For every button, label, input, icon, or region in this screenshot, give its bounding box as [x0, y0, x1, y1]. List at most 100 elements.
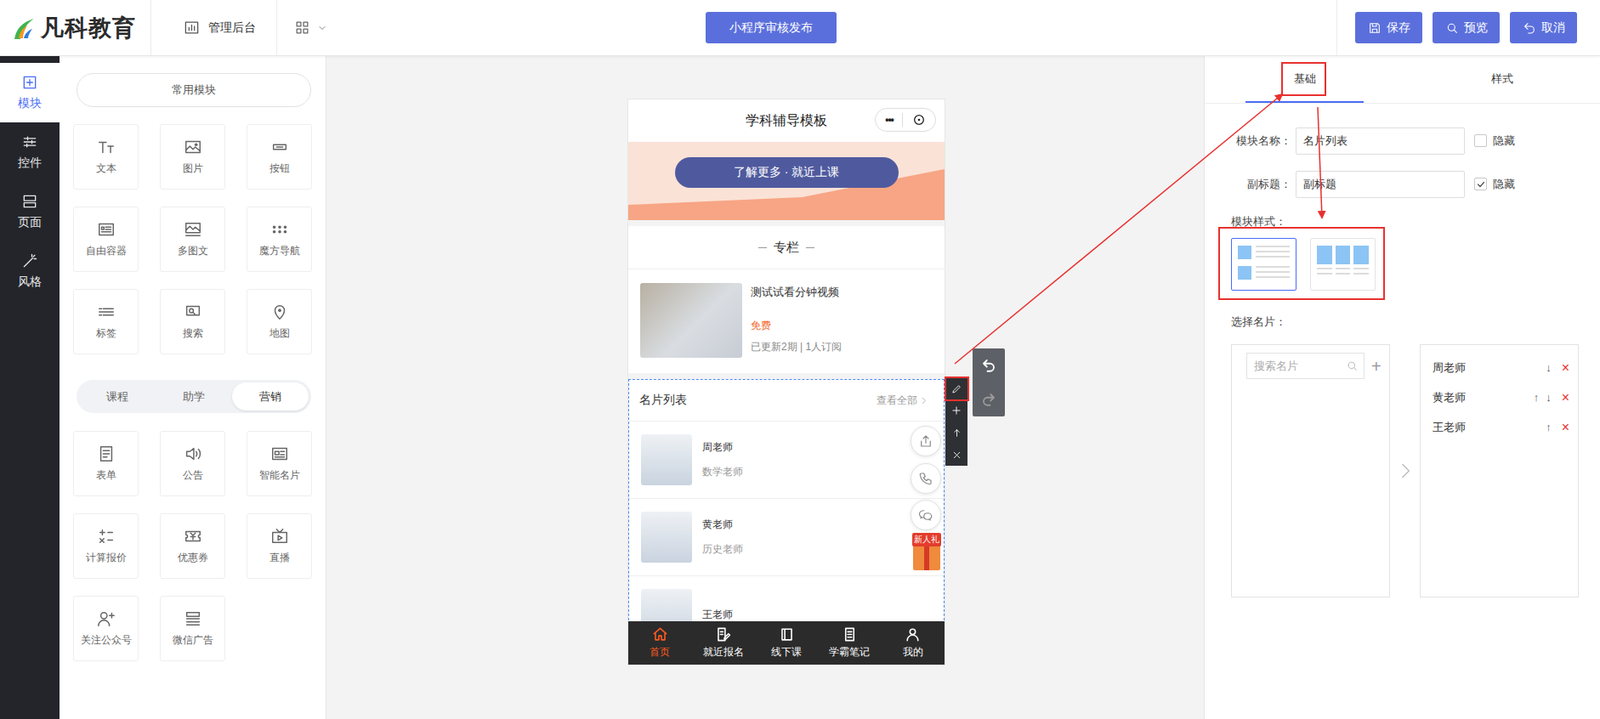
- action-button[interactable]: 保存: [1355, 11, 1423, 44]
- module-tile[interactable]: 直播: [246, 513, 313, 579]
- module-category-tabs: 课程助学营销: [76, 380, 312, 414]
- undo-icon: [981, 357, 997, 374]
- admin-link[interactable]: 管理后台: [151, 0, 278, 56]
- transfer-arrow[interactable]: [1390, 344, 1420, 598]
- sidebar-item[interactable]: 页面: [0, 181, 60, 242]
- name-card[interactable]: 王老师: [629, 576, 944, 622]
- move-button[interactable]: ↑: [1545, 420, 1552, 434]
- card-list-module[interactable]: 名片列表查看全部周老师数学老师黄老师历史老师王老师: [628, 379, 945, 622]
- call-button[interactable]: [910, 463, 942, 494]
- share-button[interactable]: [910, 425, 942, 457]
- module-tile[interactable]: 微信广告: [159, 595, 226, 662]
- tab-bar-item[interactable]: 首页: [628, 621, 692, 665]
- module-tile[interactable]: 表单: [73, 431, 139, 497]
- module-tile[interactable]: 文本: [73, 124, 139, 190]
- module-tile[interactable]: 标签: [73, 289, 139, 355]
- module-tile[interactable]: 公告: [159, 431, 226, 497]
- logo[interactable]: 凡科教育: [0, 0, 152, 56]
- undo-button[interactable]: [972, 348, 1005, 383]
- text-icon: [96, 137, 116, 157]
- ad-icon: [183, 609, 203, 629]
- hide-checkbox[interactable]: [1474, 134, 1487, 148]
- wechat-button[interactable]: [910, 499, 942, 531]
- delete-button[interactable]: [945, 443, 968, 466]
- settings-tab[interactable]: 基础: [1245, 56, 1364, 103]
- form-icon: [96, 444, 116, 464]
- course-card[interactable]: 测试试看分钟视频免费已更新2期 | 1人订阅: [628, 269, 945, 374]
- gift-badge[interactable]: 新人礼: [910, 533, 943, 571]
- category-tab[interactable]: 助学: [155, 382, 233, 411]
- module-tile[interactable]: 自由容器: [73, 206, 139, 273]
- module-tile[interactable]: 多图文: [159, 206, 226, 273]
- module-tile[interactable]: 关注公众号: [73, 595, 139, 662]
- move-button[interactable]: ↓: [1545, 391, 1552, 404]
- card-search-input[interactable]: 搜索名片: [1246, 352, 1365, 380]
- action-button[interactable]: 取消: [1509, 11, 1578, 44]
- style-option[interactable]: [1231, 238, 1297, 291]
- settings-tab[interactable]: 样式: [1442, 56, 1561, 103]
- tab-bar-item[interactable]: 线下课: [754, 621, 818, 665]
- module-toolbar: [945, 377, 968, 466]
- move-up-button[interactable]: [945, 421, 968, 444]
- phone-preview: 学科辅导模板•••了解更多 · 就近上课专栏测试试看分钟视频免费已更新2期 | …: [627, 98, 946, 666]
- text-input[interactable]: 副标题: [1295, 170, 1465, 199]
- name-card[interactable]: 黄老师历史老师: [629, 499, 944, 577]
- page-editor: 凡科教育管理后台小程序审核发布保存预览取消模块控件页面风格常用模块文本图片按钮自…: [0, 0, 1600, 719]
- remove-button[interactable]: ×: [1561, 419, 1570, 436]
- tab-bar-item[interactable]: 学霸笔记: [817, 621, 881, 665]
- module-tile[interactable]: 智能名片: [246, 431, 313, 497]
- chevron-down-icon: [317, 22, 328, 34]
- sidebar-item[interactable]: 模块: [0, 62, 60, 123]
- plus-icon: [950, 404, 963, 417]
- column-section: 专栏测试试看分钟视频免费已更新2期 | 1人订阅: [628, 226, 945, 374]
- course-photo: [640, 283, 743, 358]
- add-button[interactable]: [945, 399, 968, 422]
- style-option[interactable]: [1310, 238, 1376, 291]
- sidebar-item[interactable]: 控件: [0, 122, 60, 182]
- redo-button[interactable]: [972, 382, 1005, 417]
- tab-bar-item[interactable]: 就近报名: [691, 621, 755, 665]
- edit-button[interactable]: [945, 377, 968, 400]
- grid-icon: [270, 220, 290, 239]
- category-tab[interactable]: 课程: [79, 382, 156, 411]
- remove-button[interactable]: ×: [1561, 360, 1570, 376]
- close-icon: [951, 449, 963, 461]
- image-icon: [183, 137, 203, 157]
- action-button[interactable]: 预览: [1432, 11, 1500, 44]
- selected-card: 王老师↑×: [1420, 412, 1578, 443]
- module-tile[interactable]: 图片: [159, 124, 226, 190]
- banner-button[interactable]: 了解更多 · 就近上课: [675, 157, 899, 188]
- module-tile[interactable]: 搜索: [159, 289, 226, 355]
- banner: 了解更多 · 就近上课: [628, 141, 945, 221]
- module-tile[interactable]: 优惠券: [159, 513, 226, 579]
- apps-menu[interactable]: [277, 19, 328, 36]
- module-tile[interactable]: 地图: [246, 289, 313, 355]
- sidebar-item[interactable]: 风格: [0, 241, 60, 301]
- sidebar: 模块控件页面风格: [0, 56, 60, 719]
- user-icon: [904, 626, 921, 643]
- add-card-button[interactable]: +: [1371, 357, 1382, 375]
- plus-icon: [21, 73, 39, 91]
- move-button[interactable]: ↓: [1545, 361, 1552, 375]
- card-source-list: 搜索名片 +: [1231, 344, 1391, 598]
- selected-card: 黄老师↑↓×: [1420, 382, 1578, 413]
- module-tile[interactable]: 按钮: [246, 124, 313, 190]
- module-panel: 常用模块文本图片按钮自由容器多图文魔方导航标签搜索地图课程助学营销表单公告智能名…: [59, 56, 327, 719]
- remove-button[interactable]: ×: [1561, 390, 1570, 406]
- pencil-icon: [951, 383, 963, 395]
- capsule-menu[interactable]: •••: [874, 107, 937, 132]
- category-tab[interactable]: 营销: [232, 382, 309, 411]
- move-button[interactable]: ↑: [1533, 391, 1540, 404]
- tab-bar-item[interactable]: 我的: [881, 621, 945, 665]
- hide-checkbox[interactable]: [1474, 177, 1487, 191]
- module-tile[interactable]: 计算报价: [73, 513, 139, 579]
- text-input[interactable]: 名片列表: [1295, 127, 1465, 155]
- close-target-icon: [912, 113, 926, 127]
- settings-panel: 基础样式模块名称：名片列表隐藏副标题：副标题隐藏模块样式：选择名片：搜索名片+周…: [1203, 56, 1600, 719]
- name-card[interactable]: 周老师数学老师: [629, 421, 944, 500]
- publish-button[interactable]: 小程序审核发布: [705, 11, 837, 44]
- arrow-up-icon: [951, 427, 963, 439]
- check-icon: [1475, 179, 1487, 190]
- preview-icon: [1445, 21, 1459, 35]
- module-tile[interactable]: 魔方导航: [246, 206, 313, 273]
